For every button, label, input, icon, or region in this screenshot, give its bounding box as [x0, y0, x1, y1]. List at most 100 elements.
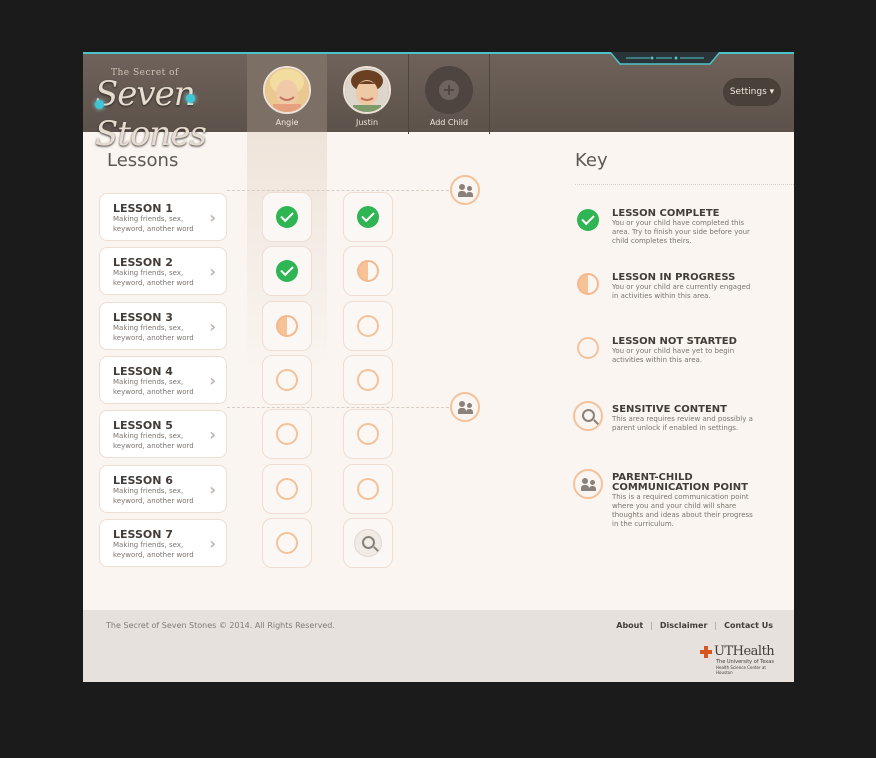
half-circle-icon — [357, 260, 379, 282]
avatar-justin-image — [345, 68, 389, 112]
parent-status-cell[interactable] — [262, 518, 312, 568]
communication-point-icon — [573, 469, 603, 499]
check-circle-icon — [357, 206, 379, 228]
lessons-title: Lessons — [107, 150, 179, 171]
footer: The Secret of Seven Stones © 2014. All R… — [83, 610, 794, 682]
lesson-title: LESSON 4 — [113, 365, 173, 378]
uthealth-subtitle: The University of Texas Health Science C… — [716, 660, 780, 676]
key-icon — [573, 469, 603, 499]
link-separator: | — [714, 621, 718, 630]
child-status-cell[interactable] — [343, 192, 393, 242]
lesson-title: LESSON 2 — [113, 256, 173, 269]
chevron-right-icon: › — [209, 317, 216, 336]
parent-status-cell[interactable] — [262, 246, 312, 296]
add-child-avatar: + — [425, 66, 473, 114]
lesson-title: LESSON 6 — [113, 474, 173, 487]
parent-status-cell[interactable] — [262, 355, 312, 405]
settings-button[interactable]: Settings ▾ — [723, 78, 781, 106]
parent-status-cell[interactable] — [262, 301, 312, 351]
key-item-title: PARENT-CHILD COMMUNICATION POINT — [612, 472, 748, 493]
check-circle-icon — [577, 209, 599, 231]
empty-circle-icon — [276, 532, 298, 554]
communication-point-icon[interactable] — [450, 392, 480, 422]
key-item-description: You or your child have yet to begin acti… — [612, 347, 735, 364]
lesson-title: LESSON 1 — [113, 202, 173, 215]
key-item-description: This is a required communication point w… — [612, 493, 753, 528]
lesson-card[interactable]: LESSON 4 Making friends, sex, keyword, an… — [99, 356, 227, 404]
avatar-justin — [343, 66, 391, 114]
lesson-card[interactable]: LESSON 1 Making friends, sex, keyword, an… — [99, 193, 227, 241]
plus-icon: + — [439, 80, 459, 100]
lesson-description: Making friends, sex, keyword, another wo… — [113, 432, 194, 450]
lesson-description: Making friends, sex, keyword, another wo… — [113, 215, 194, 233]
key-icon — [573, 333, 603, 363]
profile-justin[interactable]: Justin — [327, 54, 407, 134]
lesson-card[interactable]: LESSON 3 Making friends, sex, keyword, an… — [99, 302, 227, 350]
logo-title: Seven Stones — [95, 74, 207, 154]
lesson-description: Making friends, sex, keyword, another wo… — [113, 487, 194, 505]
key-item-description: This area requires review and possibly a… — [612, 415, 753, 432]
child-status-cell[interactable] — [343, 246, 393, 296]
profile-angie[interactable]: Angie — [247, 54, 327, 134]
chevron-right-icon: › — [209, 480, 216, 499]
lesson-title: LESSON 3 — [113, 311, 173, 324]
lesson-title: LESSON 5 — [113, 419, 173, 432]
communication-point-icon[interactable] — [450, 175, 480, 205]
people-icon — [458, 401, 474, 414]
dotted-divider — [227, 407, 449, 408]
empty-circle-icon — [357, 478, 379, 500]
key-item-title: LESSON NOT STARTED — [612, 336, 737, 347]
lesson-title: LESSON 7 — [113, 528, 173, 541]
disclaimer-link[interactable]: Disclaimer — [660, 621, 707, 630]
lesson-card[interactable]: LESSON 7 Making friends, sex, keyword, an… — [99, 519, 227, 567]
about-link[interactable]: About — [616, 621, 643, 630]
header: The Secret of Seven Stones Angie Justin … — [83, 52, 794, 154]
key-item-description: You or your child are currently engaged … — [612, 283, 751, 300]
avatar-angie-image — [265, 68, 309, 112]
dotted-divider — [575, 184, 794, 185]
dotted-divider — [227, 190, 449, 191]
avatar-angie — [263, 66, 311, 114]
uthealth-logo[interactable]: UTHealth The University of Texas Health … — [700, 644, 780, 675]
parent-status-cell[interactable] — [262, 192, 312, 242]
key-item-title: LESSON IN PROGRESS — [612, 272, 736, 283]
child-status-cell[interactable] — [343, 464, 393, 514]
empty-circle-icon — [357, 423, 379, 445]
check-circle-icon — [276, 260, 298, 282]
chevron-right-icon: › — [209, 262, 216, 281]
people-icon — [458, 184, 474, 197]
lesson-card[interactable]: LESSON 6 Making friends, sex, keyword, an… — [99, 465, 227, 513]
app-frame: The Secret of Seven Stones Angie Justin … — [83, 52, 794, 682]
people-icon — [581, 478, 597, 491]
contact-us-link[interactable]: Contact Us — [724, 621, 773, 630]
magnifier-icon — [573, 401, 603, 431]
header-divider — [489, 54, 491, 134]
chevron-right-icon: › — [209, 208, 216, 227]
copyright: The Secret of Seven Stones © 2014. All R… — [106, 621, 335, 630]
child-status-cell[interactable] — [343, 409, 393, 459]
key-icon — [573, 205, 603, 235]
key-item-title: LESSON COMPLETE — [612, 208, 720, 219]
empty-circle-icon — [577, 337, 599, 359]
empty-circle-icon — [276, 369, 298, 391]
footer-links: About | Disclaimer | Contact Us — [616, 621, 773, 630]
half-circle-icon — [577, 273, 599, 295]
key-item-title: SENSITIVE CONTENT — [612, 404, 727, 415]
profile-label: Justin — [355, 118, 379, 127]
uthealth-sub2: Health Science Center at Houston — [716, 665, 766, 675]
lesson-card[interactable]: LESSON 2 Making friends, sex, keyword, an… — [99, 247, 227, 295]
uthealth-mark-icon — [700, 646, 712, 658]
uthealth-name: UTHealth — [714, 644, 775, 659]
empty-circle-icon — [357, 315, 379, 337]
parent-status-cell[interactable] — [262, 409, 312, 459]
key-icon — [573, 269, 603, 299]
key-item-description: You or your child have completed this ar… — [612, 219, 750, 245]
parent-status-cell[interactable] — [262, 464, 312, 514]
key-title: Key — [575, 150, 608, 171]
child-status-cell[interactable] — [343, 301, 393, 351]
add-child-button[interactable]: + Add Child — [408, 54, 489, 134]
lesson-card[interactable]: LESSON 5 Making friends, sex, keyword, an… — [99, 410, 227, 458]
logo[interactable]: The Secret of Seven Stones — [91, 64, 241, 154]
child-status-cell[interactable] — [343, 355, 393, 405]
child-status-cell[interactable] — [343, 518, 393, 568]
